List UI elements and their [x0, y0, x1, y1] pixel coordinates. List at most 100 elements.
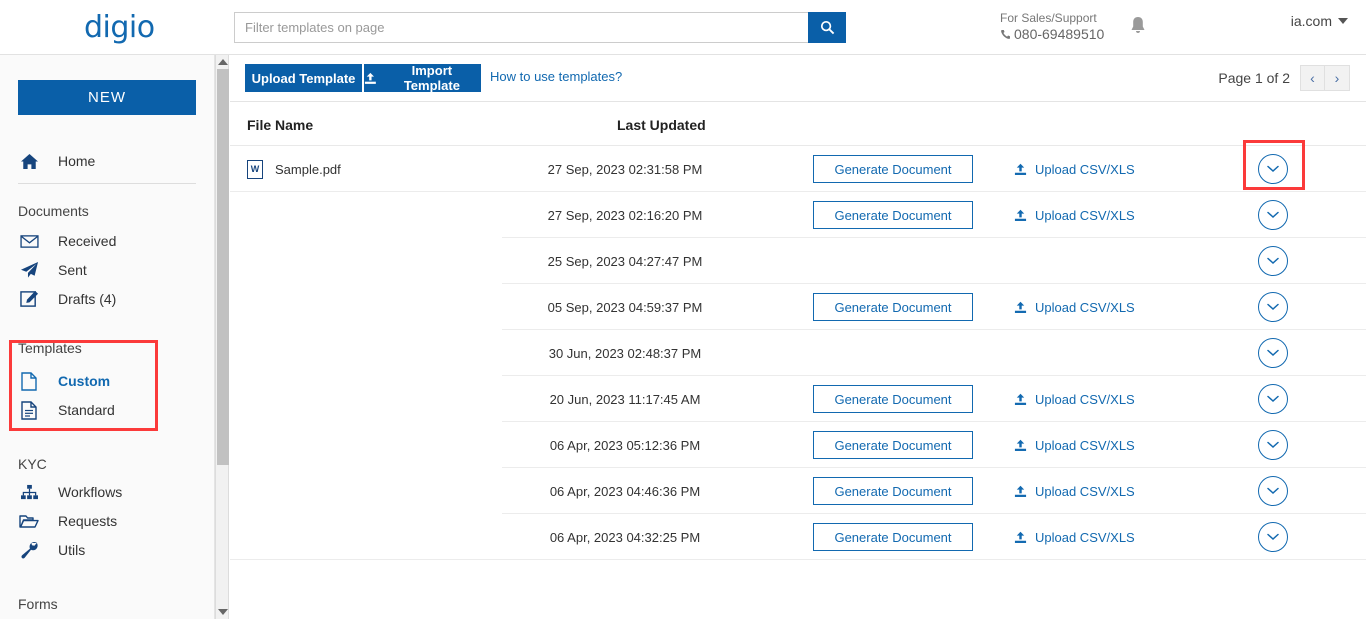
home-icon — [16, 153, 42, 170]
sales-support-info: For Sales/Support 080-69489510 — [1000, 10, 1104, 42]
chevron-down-icon — [1267, 349, 1279, 357]
generate-document-button[interactable]: Generate Document — [813, 477, 973, 505]
cell-last-updated: 27 Sep, 2023 02:16:20 PM — [510, 192, 740, 238]
chevron-down-icon — [1267, 165, 1279, 173]
upload-icon — [1014, 485, 1027, 498]
pagination-buttons: ‹ › — [1300, 65, 1350, 91]
chevron-down-icon — [1267, 533, 1279, 541]
cell-last-updated: 25 Sep, 2023 04:27:47 PM — [510, 238, 740, 284]
support-label: For Sales/Support — [1000, 10, 1104, 26]
account-label: ia.com — [1291, 13, 1332, 29]
upload-csv-xls-link[interactable]: Upload CSV/XLS — [1014, 284, 1135, 330]
sidebar-item-label: Utils — [58, 542, 85, 558]
generate-document-button[interactable]: Generate Document — [813, 431, 973, 459]
sidebar-scrollbar[interactable] — [215, 55, 229, 619]
upload-icon — [1014, 531, 1027, 544]
sidebar-item-custom[interactable]: Custom — [0, 367, 215, 395]
table-row: 25 Sep, 2023 04:27:47 PM — [230, 238, 1366, 284]
upload-icon — [1014, 163, 1027, 176]
cell-last-updated: 20 Jun, 2023 11:17:45 AM — [510, 376, 740, 422]
new-button[interactable]: NEW — [18, 80, 196, 115]
chevron-down-icon — [1267, 303, 1279, 311]
expand-row-button[interactable] — [1258, 522, 1288, 552]
upload-csv-xls-link[interactable]: Upload CSV/XLS — [1014, 468, 1135, 514]
upload-csv-xls-link[interactable]: Upload CSV/XLS — [1014, 146, 1135, 192]
chevron-down-icon — [1338, 18, 1348, 24]
sidebar-item-sent[interactable]: Sent — [0, 256, 215, 284]
generate-document-button[interactable]: Generate Document — [813, 201, 973, 229]
upload-csv-label: Upload CSV/XLS — [1035, 530, 1135, 545]
row-divider — [230, 559, 1366, 560]
generate-document-button[interactable]: Generate Document — [813, 523, 973, 551]
table-row: 27 Sep, 2023 02:16:20 PM Generate Documen… — [230, 192, 1366, 238]
bell-icon — [1128, 15, 1148, 37]
expand-row-button[interactable] — [1258, 292, 1288, 322]
table-row: 06 Apr, 2023 04:46:36 PM Generate Documen… — [230, 468, 1366, 514]
import-template-button[interactable]: Import Template — [364, 64, 481, 92]
expand-row-button[interactable] — [1258, 476, 1288, 506]
upload-csv-xls-link[interactable]: Upload CSV/XLS — [1014, 376, 1135, 422]
templates-toolbar: Upload Template Import Template How to u… — [230, 55, 1366, 102]
expand-row-button[interactable] — [1258, 200, 1288, 230]
sidebar-item-received[interactable]: Received — [0, 227, 215, 255]
sidebar-item-standard[interactable]: Standard — [0, 396, 215, 424]
sidebar-item-drafts[interactable]: Drafts (4) — [0, 285, 215, 313]
sidebar-section-forms: Forms — [18, 596, 58, 612]
folder-open-icon — [16, 513, 42, 529]
table-row: 06 Apr, 2023 04:32:25 PM Generate Documen… — [230, 514, 1366, 560]
upload-csv-xls-link[interactable]: Upload CSV/XLS — [1014, 422, 1135, 468]
sidebar-item-home[interactable]: Home — [0, 147, 215, 175]
templates-table-body: WSample.pdf27 Sep, 2023 02:31:58 PMGener… — [230, 146, 1366, 560]
sidebar-item-workflows[interactable]: Workflows — [0, 478, 215, 506]
sidebar-item-utils[interactable]: Utils — [0, 536, 215, 564]
expand-row-button[interactable] — [1258, 384, 1288, 414]
expand-row-button[interactable] — [1258, 338, 1288, 368]
next-page-button[interactable]: › — [1325, 65, 1350, 91]
file-lines-icon — [16, 401, 42, 420]
file-name-text: Sample.pdf — [275, 162, 341, 177]
wrench-icon — [16, 541, 42, 559]
scroll-down-button[interactable] — [216, 605, 230, 619]
generate-document-button[interactable]: Generate Document — [813, 385, 973, 413]
upload-csv-label: Upload CSV/XLS — [1035, 208, 1135, 223]
main-content: Upload Template Import Template How to u… — [230, 55, 1366, 619]
import-template-label: Import Template — [383, 63, 481, 93]
search-button[interactable] — [808, 12, 846, 43]
upload-icon — [1014, 393, 1027, 406]
upload-csv-xls-link[interactable]: Upload CSV/XLS — [1014, 192, 1135, 238]
prev-page-button[interactable]: ‹ — [1300, 65, 1325, 91]
cell-last-updated: 06 Apr, 2023 04:46:36 PM — [510, 468, 740, 514]
column-header-file-name: File Name — [247, 117, 313, 133]
scroll-up-button[interactable] — [216, 55, 230, 69]
table-row: 20 Jun, 2023 11:17:45 AM Generate Documen… — [230, 376, 1366, 422]
notifications-button[interactable] — [1128, 15, 1150, 39]
cell-last-updated: 06 Apr, 2023 05:12:36 PM — [510, 422, 740, 468]
upload-icon — [364, 72, 377, 85]
table-row: 30 Jun, 2023 02:48:37 PM — [230, 330, 1366, 376]
account-menu[interactable]: ia.com — [1291, 13, 1348, 29]
scrollbar-thumb[interactable] — [217, 69, 229, 465]
app-logo[interactable]: digio — [84, 10, 155, 45]
sidebar-item-requests[interactable]: Requests — [0, 507, 215, 535]
generate-document-button[interactable]: Generate Document — [813, 155, 973, 183]
search-input[interactable] — [234, 12, 808, 43]
upload-icon — [1014, 439, 1027, 452]
cell-last-updated: 30 Jun, 2023 02:48:37 PM — [510, 330, 740, 376]
cell-last-updated: 06 Apr, 2023 04:32:25 PM — [510, 514, 740, 560]
expand-row-button[interactable] — [1258, 430, 1288, 460]
upload-csv-label: Upload CSV/XLS — [1035, 162, 1135, 177]
chevron-down-icon — [1267, 257, 1279, 265]
generate-document-button[interactable]: Generate Document — [813, 293, 973, 321]
sidebar-item-label: Received — [58, 233, 116, 249]
expand-row-button[interactable] — [1258, 246, 1288, 276]
sitemap-icon — [16, 484, 42, 501]
sidebar-item-label: Sent — [58, 262, 87, 278]
upload-csv-xls-link[interactable]: Upload CSV/XLS — [1014, 514, 1135, 560]
upload-template-button[interactable]: Upload Template — [245, 64, 362, 92]
chevron-down-icon — [1267, 395, 1279, 403]
how-to-use-templates-link[interactable]: How to use templates? — [490, 69, 622, 84]
sidebar-section-documents: Documents — [18, 203, 89, 219]
sidebar-item-label: Custom — [58, 373, 110, 389]
phone-icon — [1000, 29, 1011, 40]
expand-row-button[interactable] — [1258, 154, 1288, 184]
